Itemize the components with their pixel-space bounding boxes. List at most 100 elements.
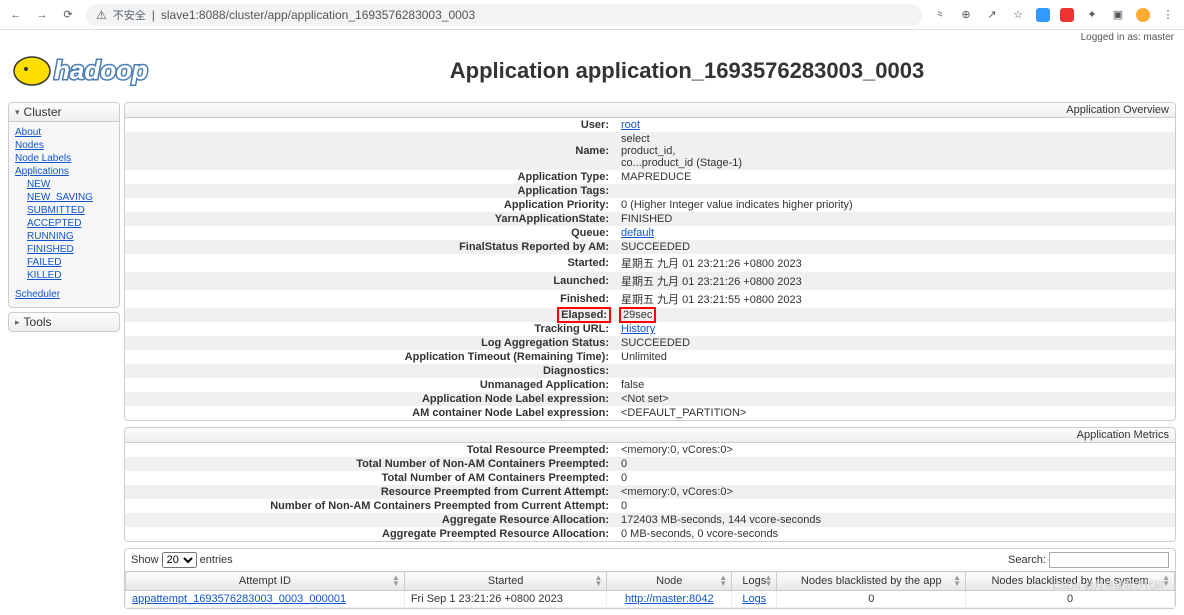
page-size-select[interactable]: 20 xyxy=(162,552,197,568)
profile-icon[interactable] xyxy=(1136,8,1150,22)
kv-value: 0 xyxy=(615,457,1175,471)
kv-value: FINISHED xyxy=(615,212,1175,226)
kv-value: History xyxy=(615,322,1175,336)
sort-icon: ▲▼ xyxy=(719,575,727,587)
sort-icon: ▲▼ xyxy=(953,575,961,587)
column-header[interactable]: Nodes blacklisted by the app▲▼ xyxy=(777,572,966,591)
page-title: Application application_1693576283003_00… xyxy=(200,58,1174,84)
search-label: Search: xyxy=(1008,554,1046,566)
kv-value: 0 xyxy=(615,499,1175,513)
sidebar-sublink[interactable]: RUNNING xyxy=(15,230,113,243)
kv-key: Application Type: xyxy=(125,170,615,184)
kv-key: Queue: xyxy=(125,226,615,240)
kv-value: selectproduct_id,co...product_id (Stage-… xyxy=(615,132,1175,170)
url-separator: | xyxy=(152,8,155,22)
sidebar-cluster: ▾Cluster AboutNodesNode LabelsApplicatio… xyxy=(8,102,120,308)
kv-key: Name: xyxy=(125,132,615,170)
sidebar: ▾Cluster AboutNodesNode LabelsApplicatio… xyxy=(8,102,120,615)
metrics-table: Total Resource Preempted: <memory:0, vCor… xyxy=(125,443,1175,541)
sidebar-sublink[interactable]: FAILED xyxy=(15,256,113,269)
column-header[interactable]: Attempt ID▲▼ xyxy=(126,572,405,591)
column-header[interactable]: Started▲▼ xyxy=(404,572,607,591)
chevron-down-icon: ▾ xyxy=(15,107,20,118)
sidebar-link-scheduler[interactable]: Scheduler xyxy=(15,288,113,301)
sidebar-sublink[interactable]: NEW xyxy=(15,178,113,191)
zoom-icon[interactable]: ⊕ xyxy=(958,7,974,23)
sidebar-sublink[interactable]: SUBMITTED xyxy=(15,204,113,217)
sidebar-link[interactable]: About xyxy=(15,126,113,139)
search-input[interactable] xyxy=(1049,552,1169,568)
kv-value: <memory:0, vCores:0> xyxy=(615,485,1175,499)
sidebar-link[interactable]: Node Labels xyxy=(15,152,113,165)
sort-icon: ▲▼ xyxy=(765,575,773,587)
kv-key: Resource Preempted from Current Attempt: xyxy=(125,485,615,499)
sidebar-sublink[interactable]: NEW_SAVING xyxy=(15,191,113,204)
kv-value: MAPREDUCE xyxy=(615,170,1175,184)
kv-key: Aggregate Resource Allocation: xyxy=(125,513,615,527)
ext2-icon[interactable] xyxy=(1060,8,1074,22)
kv-value: default xyxy=(615,226,1175,240)
attempts-table: Attempt ID▲▼Started▲▼Node▲▼Logs▲▼Nodes b… xyxy=(125,571,1175,608)
sidebar-sublink[interactable]: KILLED xyxy=(15,269,113,282)
kv-value: 29sec xyxy=(615,308,1175,322)
kv-key: Application Node Label expression: xyxy=(125,392,615,406)
kv-key: Total Resource Preempted: xyxy=(125,443,615,457)
kv-key: Log Aggregation Status: xyxy=(125,336,615,350)
browser-toolbar: ← → ⟳ ⚠ 不安全 | slave1:8088/cluster/app/ap… xyxy=(0,0,1184,30)
sidebar-link[interactable]: Nodes xyxy=(15,139,113,152)
cluster-header[interactable]: ▾Cluster xyxy=(9,103,119,122)
value-link[interactable]: default xyxy=(621,227,654,239)
sort-icon: ▲▼ xyxy=(392,575,400,587)
logs-link[interactable]: Logs xyxy=(742,593,766,605)
kv-key: Launched: xyxy=(125,272,615,290)
share-icon[interactable]: ↗ xyxy=(984,7,1000,23)
svg-text:hadoop: hadoop xyxy=(54,55,148,85)
kv-key: AM container Node Label expression: xyxy=(125,406,615,420)
metrics-heading: Application Metrics xyxy=(125,428,1175,443)
kv-key: Tracking URL: xyxy=(125,322,615,336)
kv-value: Unlimited xyxy=(615,350,1175,364)
kv-key: User: xyxy=(125,118,615,132)
back-icon[interactable]: ← xyxy=(8,7,24,23)
kv-value: root xyxy=(615,118,1175,132)
apps-icon[interactable]: ▣ xyxy=(1110,7,1126,23)
tools-header[interactable]: ▸Tools xyxy=(9,313,119,331)
ext1-icon[interactable] xyxy=(1036,8,1050,22)
bookmark-icon[interactable]: ☆ xyxy=(1010,7,1026,23)
attempt-id-link[interactable]: appattempt_1693576283003_0003_000001 xyxy=(132,593,346,605)
kv-value xyxy=(615,364,1175,378)
value-link[interactable]: root xyxy=(621,119,640,131)
show-label: Show xyxy=(131,554,159,566)
kv-value: 172403 MB-seconds, 144 vcore-seconds xyxy=(615,513,1175,527)
reload-icon[interactable]: ⟳ xyxy=(60,7,76,23)
column-header[interactable]: Node▲▼ xyxy=(607,572,732,591)
kv-value: <DEFAULT_PARTITION> xyxy=(615,406,1175,420)
kv-value: 星期五 九月 01 23:21:26 +0800 2023 xyxy=(615,254,1175,272)
metrics-panel: Application Metrics Total Resource Preem… xyxy=(124,427,1176,542)
sidebar-tools: ▸Tools xyxy=(8,312,120,332)
node-link[interactable]: http://master:8042 xyxy=(625,593,714,605)
sidebar-sublink[interactable]: FINISHED xyxy=(15,243,113,256)
sidebar-link[interactable]: Applications xyxy=(15,165,113,178)
kv-key: Finished: xyxy=(125,290,615,308)
kv-value: 0 xyxy=(615,471,1175,485)
menu-icon[interactable]: ⋮ xyxy=(1160,7,1176,23)
overview-heading: Application Overview xyxy=(125,103,1175,118)
address-bar[interactable]: ⚠ 不安全 | slave1:8088/cluster/app/applicat… xyxy=(86,4,922,26)
translate-icon[interactable]: ⺀ xyxy=(932,7,948,23)
entries-label: entries xyxy=(200,554,233,566)
insecure-label: 不安全 xyxy=(113,7,146,23)
hadoop-logo: hadoop xyxy=(10,49,200,92)
kv-value xyxy=(615,184,1175,198)
kv-value: SUCCEEDED xyxy=(615,336,1175,350)
sidebar-sublink[interactable]: ACCEPTED xyxy=(15,217,113,230)
value-link[interactable]: History xyxy=(621,323,655,335)
chevron-right-icon: ▸ xyxy=(15,317,20,328)
forward-icon[interactable]: → xyxy=(34,7,50,23)
kv-value: 0 MB-seconds, 0 vcore-seconds xyxy=(615,527,1175,541)
extensions-icon[interactable]: ✦ xyxy=(1084,7,1100,23)
kv-value: SUCCEEDED xyxy=(615,240,1175,254)
column-header[interactable]: Logs▲▼ xyxy=(732,572,777,591)
overview-panel: Application Overview User: root Name:selec… xyxy=(124,102,1176,421)
content-area: Application Overview User: root Name:selec… xyxy=(124,102,1176,615)
